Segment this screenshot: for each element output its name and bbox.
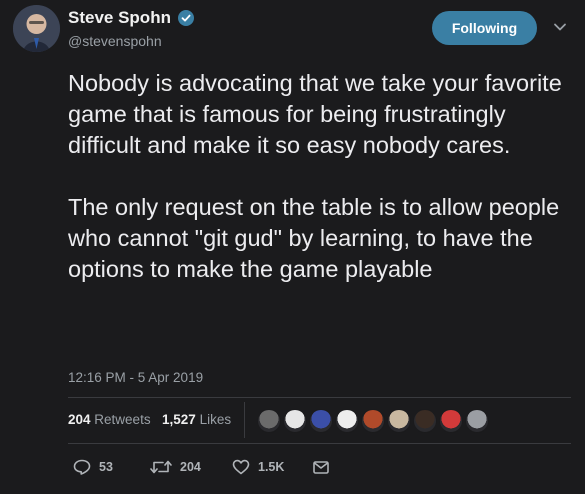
verified-badge-icon	[178, 10, 194, 26]
liker-avatar-2[interactable]	[283, 409, 307, 433]
retweet-count: 204	[180, 460, 201, 474]
likes-label: Likes	[199, 412, 232, 427]
liker-avatar-1[interactable]	[257, 409, 281, 433]
direct-message-action[interactable]	[312, 459, 330, 475]
author-handle[interactable]: @stevenspohn	[68, 33, 162, 49]
like-action[interactable]: 1.5K	[232, 459, 284, 475]
liker-avatar-5[interactable]	[361, 409, 385, 433]
liker-avatar-9[interactable]	[465, 409, 489, 433]
tweet-text: Nobody is advocating that we take your f…	[68, 70, 562, 282]
author-avatar[interactable]	[13, 5, 60, 52]
liker-avatar-6[interactable]	[387, 409, 411, 433]
like-count: 1.5K	[258, 460, 285, 474]
heart-icon	[232, 459, 250, 475]
liker-avatar-4[interactable]	[335, 409, 359, 433]
likes-stat[interactable]: 1,527 Likes	[162, 412, 231, 427]
divider	[68, 397, 571, 398]
retweet-action[interactable]: 204	[150, 459, 201, 475]
divider	[68, 443, 571, 444]
author-name[interactable]: Steve Spohn	[68, 8, 171, 28]
tweet-timestamp[interactable]: 12:16 PM - 5 Apr 2019	[68, 370, 203, 385]
liker-avatar-7[interactable]	[413, 409, 437, 433]
retweet-icon	[150, 460, 172, 474]
liker-avatar-8[interactable]	[439, 409, 463, 433]
retweets-count: 204	[68, 412, 91, 427]
chevron-down-icon[interactable]	[553, 22, 567, 32]
liker-avatar-3[interactable]	[309, 409, 333, 433]
reply-count: 53	[99, 460, 113, 474]
stats-separator	[244, 402, 245, 438]
retweets-stat[interactable]: 204 Retweets	[68, 412, 151, 427]
likes-count: 1,527	[162, 412, 196, 427]
reply-icon	[73, 459, 91, 475]
following-button[interactable]: Following	[432, 11, 537, 45]
retweets-label: Retweets	[94, 412, 151, 427]
reply-action[interactable]: 53	[73, 459, 113, 475]
tweet-card: Steve Spohn @stevenspohn Following Nobod…	[0, 0, 585, 494]
envelope-icon	[313, 461, 329, 474]
